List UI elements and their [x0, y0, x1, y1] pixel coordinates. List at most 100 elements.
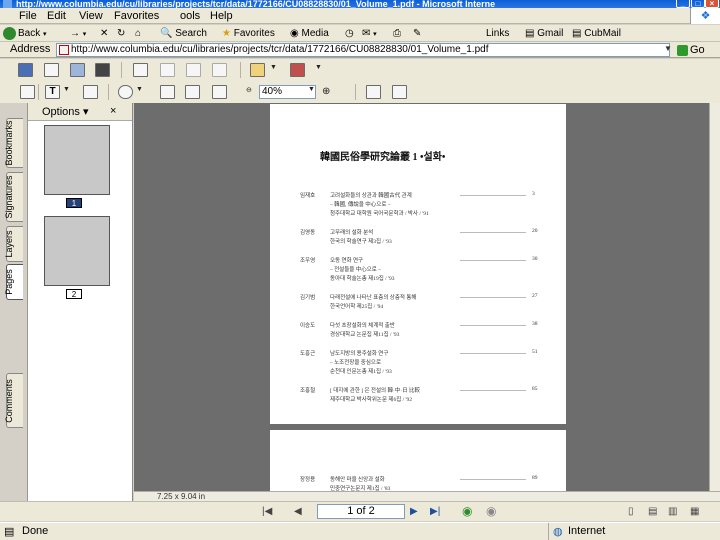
gmail-label: Gmail [537, 28, 564, 39]
address-input[interactable]: http://www.columbia.edu/cu/libraries/pro… [56, 43, 670, 57]
hand-tool-icon[interactable] [20, 85, 35, 99]
mail-icon[interactable]: ✉ ▾ [362, 26, 377, 42]
page-size-readout: 7.25 x 9.04 in [157, 492, 206, 501]
page-number-input[interactable]: 1 of 2 [317, 504, 405, 519]
pen-dropdown-icon[interactable]: ▼ [315, 64, 322, 71]
leader-dots [460, 260, 526, 261]
undo-icon[interactable] [160, 63, 175, 77]
zoom-level: 40% [262, 86, 283, 97]
entry-line: 고려설화들의 상관과 韓國古代 관계 [330, 193, 412, 199]
leader-dots [460, 353, 526, 354]
zoom-in-icon[interactable] [118, 85, 133, 99]
spelling-icon[interactable] [133, 63, 148, 77]
forward-arrow-icon: → [70, 28, 80, 39]
close-panel-icon[interactable]: × [110, 105, 116, 117]
comment-icon[interactable] [250, 63, 265, 77]
star-icon: ★ [222, 28, 231, 39]
redo-icon[interactable] [186, 63, 201, 77]
go-forward-view-icon[interactable]: ◉ [486, 504, 496, 518]
cubmail-link[interactable]: ▤ CubMail [572, 26, 621, 41]
entry-line: [ 대지에 관한 ] 은 전설의 韓·中·日 比較 [330, 388, 420, 394]
page-thumbnail-2[interactable] [44, 216, 110, 286]
continuous-icon[interactable]: ▤ [648, 506, 657, 517]
tab-signatures[interactable]: Signatures [4, 172, 23, 222]
rotate-view-icon[interactable] [366, 85, 381, 99]
status-text: Done [22, 525, 49, 537]
edit-icon[interactable]: ✎ [413, 26, 421, 41]
email-icon[interactable] [70, 63, 85, 77]
history-icon[interactable]: ◷ [345, 26, 354, 41]
zoom-in-plus-icon[interactable]: ⊕ [322, 86, 330, 97]
options-menu[interactable]: Options ▾ [42, 105, 89, 118]
fit-width-icon[interactable] [212, 85, 227, 99]
refresh-icon[interactable]: ↻ [117, 26, 125, 41]
internet-zone-icon: ◍ [553, 526, 563, 538]
menu-tools[interactable]: ools [180, 10, 200, 22]
zoom-dropdown-icon[interactable]: ▼ [136, 86, 143, 93]
continuous-facing-icon[interactable]: ▦ [690, 506, 699, 517]
home-icon[interactable]: ⌂ [135, 26, 141, 41]
go-back-view-icon[interactable]: ◉ [462, 504, 472, 518]
find-icon[interactable] [95, 63, 110, 77]
favorites-button[interactable]: ★ Favorites [222, 26, 275, 41]
entry-line: 한국의 학술연구 제3집 / '93 [330, 239, 392, 245]
gmail-link[interactable]: ▤ Gmail [525, 26, 563, 41]
menu-view[interactable]: View [79, 10, 103, 22]
page-navigation-bar: |◀ ◀ 1 of 2 ▶ ▶| ◉ ◉ ▯ ▤ ▥ ▦ [0, 501, 720, 521]
zoom-out-icon[interactable]: ⊖ [246, 86, 252, 94]
next-page-icon[interactable]: ▶ [410, 506, 418, 517]
pdf-page-icon [59, 45, 69, 55]
entry-line: 청주대학교 대학원 국어국문학과 / 박사 / '91 [330, 211, 429, 217]
single-page-icon[interactable]: ▯ [628, 506, 634, 517]
menu-help[interactable]: Help [210, 10, 233, 22]
text-select-dropdown-icon[interactable]: ▼ [63, 86, 70, 93]
entry-page-number: 51 [532, 349, 538, 355]
entry-line: – 노조전장을 중심으로 [330, 360, 382, 366]
save-icon[interactable] [18, 63, 33, 77]
media-icon: ◉ [290, 28, 299, 39]
print-icon[interactable] [44, 63, 59, 77]
pdf-toolbar-view: T ▼ ▼ ⊖ 40% ▼ ⊕ [0, 81, 720, 104]
favorites-label: Favorites [233, 28, 275, 39]
minimize-button[interactable]: _ [676, 0, 690, 8]
search-icon: 🔍 [160, 28, 173, 39]
address-label: Address [10, 43, 51, 55]
go-button[interactable]: Go [677, 43, 717, 57]
menu-favorites[interactable]: Favorites [114, 10, 159, 22]
text-select-tool[interactable]: T [45, 85, 60, 99]
maximize-button[interactable]: □ [691, 0, 705, 8]
snapshot-icon[interactable] [83, 85, 98, 99]
vertical-scrollbar[interactable] [709, 103, 720, 491]
fit-page-icon[interactable] [185, 85, 200, 99]
close-window-button[interactable]: × [705, 0, 719, 8]
tab-layers[interactable]: Layers [4, 226, 23, 262]
document-viewer[interactable]: 韓國民俗學研究論叢 1 •설화• 임재호 고려설화들의 상관과 韓國古代 관계 – … [134, 103, 709, 491]
stop-icon[interactable]: ✕ [100, 26, 108, 41]
last-page-icon[interactable]: ▶| [430, 506, 440, 517]
address-dropdown-icon[interactable]: ▼ [662, 42, 674, 56]
page-thumbnail-1[interactable] [44, 125, 110, 195]
copy-icon[interactable] [212, 63, 227, 77]
rotate-counter-icon[interactable] [392, 85, 407, 99]
comment-dropdown-icon[interactable]: ▼ [270, 64, 277, 71]
links-label[interactable]: Links [486, 26, 509, 41]
facing-icon[interactable]: ▥ [668, 506, 677, 517]
print-icon[interactable]: ⎙ [393, 26, 401, 41]
tab-bookmarks[interactable]: Bookmarks [4, 118, 23, 168]
menu-file[interactable]: File [19, 10, 37, 22]
actual-size-icon[interactable] [160, 85, 175, 99]
search-button[interactable]: 🔍 Search [160, 26, 207, 41]
first-page-icon[interactable]: |◀ [262, 506, 272, 517]
entry-author: 김영동 [300, 230, 316, 236]
document-heading: 韓國民俗學研究論叢 1 •설화• [320, 152, 446, 163]
pen-icon[interactable] [290, 63, 305, 77]
tab-pages[interactable]: Pages [4, 264, 23, 300]
previous-page-icon[interactable]: ◀ [294, 506, 302, 517]
zoom-level-dropdown-icon[interactable]: ▼ [308, 86, 315, 93]
entry-author: 장정용 [300, 477, 316, 483]
back-button[interactable]: Back ▾ [3, 26, 47, 42]
tab-comments[interactable]: Comments [4, 373, 23, 428]
media-button[interactable]: ◉ Media [290, 26, 329, 41]
menu-edit[interactable]: Edit [47, 10, 66, 22]
forward-button[interactable]: → ▾ [70, 26, 86, 42]
